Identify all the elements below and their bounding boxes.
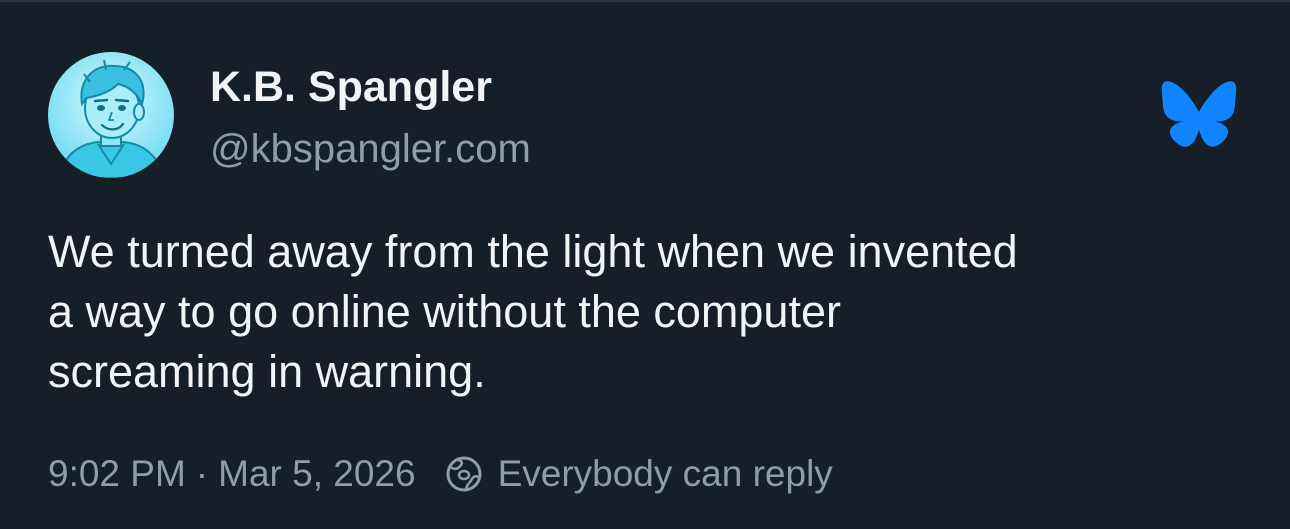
author-handle[interactable]: @kbspangler.com [210,122,531,176]
globe-reply-icon [446,456,482,492]
avatar-portrait-icon [48,52,174,178]
post-meta: 9:02 PM · Mar 5, 2026 Everybody can repl… [48,448,833,500]
post-text: We turned away from the light when we in… [48,226,1018,397]
author-display-name[interactable]: K.B. Spangler [210,60,531,114]
meta-separator: · [195,453,209,494]
author-block: K.B. Spangler @kbspangler.com [210,60,531,176]
reply-settings-label: Everybody can reply [497,453,833,494]
reply-settings-button[interactable]: Everybody can reply [444,453,833,495]
bluesky-butterfly-icon[interactable] [1160,80,1238,148]
avatar[interactable] [48,52,174,178]
post-card: K.B. Spangler @kbspangler.com We turned … [0,0,1290,529]
post-date[interactable]: Mar 5, 2026 [218,453,415,495]
post-time[interactable]: 9:02 PM [48,453,186,495]
